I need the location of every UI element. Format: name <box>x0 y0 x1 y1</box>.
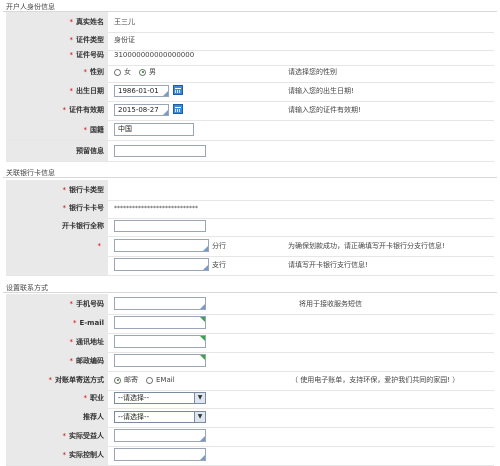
label-address: 通讯地址 <box>76 338 104 346</box>
id-expiry-hint: 请输入您的证件有效期! <box>288 106 361 114</box>
label-real-name: 真实姓名 <box>76 18 104 26</box>
gender-male-radio[interactable] <box>139 68 146 76</box>
bank-name-input[interactable] <box>114 220 206 232</box>
label-statement-delivery: 对账单寄送方式 <box>55 376 104 384</box>
row-gender: * 性别 女 男 请选择您的性别 <box>6 62 494 83</box>
row-occupation: * 职业 --请选择-- ▼ <box>6 388 494 409</box>
label-id-expiry: 证件有效期 <box>69 106 104 114</box>
label-nationality: 国籍 <box>90 126 104 134</box>
calendar-icon[interactable] <box>173 85 183 95</box>
chevron-down-icon: ▼ <box>194 393 205 403</box>
label-card-type: 银行卡类型 <box>69 186 104 194</box>
row-nationality: * 国籍 中国 <box>6 120 494 141</box>
occupation-select[interactable]: --请选择-- ▼ <box>114 392 206 404</box>
label-id-type: 证件类型 <box>76 36 104 44</box>
label-id-number: 证件号码 <box>76 51 104 59</box>
label-email: E-mail <box>79 319 104 327</box>
gender-male-label: 男 <box>149 68 156 76</box>
label-beneficiary: 实际受益人 <box>69 432 104 440</box>
controller-input[interactable] <box>114 448 206 461</box>
statement-hint: （ 使用电子账单，支持环保，爱护我们共同的家园! ） <box>291 376 460 384</box>
reserved-info-input[interactable] <box>114 145 206 157</box>
statement-post-label: 邮寄 <box>124 376 138 384</box>
statement-email-radio[interactable] <box>146 376 153 384</box>
gender-female-radio[interactable] <box>114 68 121 76</box>
id-expiry-input[interactable]: 2015-08-27 <box>114 104 169 116</box>
label-mobile: 手机号码 <box>76 300 104 308</box>
referrer-selected: --请选择-- <box>118 413 150 421</box>
row-bank-name: 开卡银行全称 <box>6 216 494 237</box>
row-address: * 通讯地址 <box>6 332 494 353</box>
statement-post-radio[interactable] <box>114 376 121 384</box>
label-controller: 实际控制人 <box>69 451 104 459</box>
label-reserved-info: 预留信息 <box>76 147 104 155</box>
calendar-icon[interactable] <box>173 104 183 114</box>
subbranch-suffix: 支行 <box>212 261 226 269</box>
row-subbranch: 支行 请填写开卡银行支行信息! <box>6 255 494 276</box>
row-beneficiary: * 实际受益人 <box>6 426 494 447</box>
zip-input[interactable] <box>114 354 206 367</box>
gender-hint: 请选择您的性别 <box>288 68 337 76</box>
row-reserved-info: 预留信息 <box>6 141 494 162</box>
birth-date-hint: 请输入您的出生日期! <box>288 87 354 95</box>
divider <box>3 292 497 293</box>
chevron-down-icon: ▼ <box>194 412 205 422</box>
label-occupation: 职业 <box>90 394 104 402</box>
address-input[interactable] <box>114 335 206 348</box>
value-real-name: 王三儿 <box>114 18 135 26</box>
divider <box>3 177 497 178</box>
row-referrer: 推荐人 --请选择-- ▼ <box>6 407 494 428</box>
referrer-select[interactable]: --请选择-- ▼ <box>114 411 206 423</box>
label-bank-name: 开卡银行全称 <box>62 222 104 230</box>
statement-email-label: EMail <box>156 376 175 384</box>
mobile-hint: 将用于接收服务短信 <box>299 300 362 308</box>
row-controller: * 实际控制人 <box>6 445 494 466</box>
occupation-selected: --请选择-- <box>118 394 150 402</box>
label-card-number: 银行卡卡号 <box>69 204 104 212</box>
subbranch-input[interactable] <box>114 258 209 271</box>
row-birth-date: * 出生日期 1986-01-01 请输入您的出生日期! <box>6 81 494 102</box>
beneficiary-input[interactable] <box>114 429 206 442</box>
label-birth-date: 出生日期 <box>76 87 104 95</box>
nationality-input[interactable]: 中国 <box>114 123 194 136</box>
row-mobile: * 手机号码 将用于接收服务短信 <box>6 294 494 315</box>
branch-hint: 为确保划款成功，请正确填写开卡银行分支行信息! <box>288 242 445 250</box>
row-branch: * 分行 为确保划款成功，请正确填写开卡银行分支行信息! <box>6 236 494 257</box>
birth-date-input[interactable]: 1986-01-01 <box>114 85 169 97</box>
email-input[interactable] <box>114 316 206 329</box>
mobile-input[interactable] <box>114 297 206 310</box>
label-zip: 邮政编码 <box>76 357 104 365</box>
row-zip: * 邮政编码 <box>6 351 494 372</box>
row-id-expiry: * 证件有效期 2015-08-27 请输入您的证件有效期! <box>6 100 494 121</box>
row-email: * E-mail <box>6 313 494 334</box>
label-gender: 性别 <box>90 68 104 76</box>
subbranch-hint: 请填写开卡银行支行信息! <box>288 261 368 269</box>
branch-suffix: 分行 <box>212 242 226 250</box>
value-card-number: **************************** <box>114 204 198 212</box>
gender-female-label: 女 <box>124 68 131 76</box>
branch-input[interactable] <box>114 239 209 252</box>
label-referrer: 推荐人 <box>83 413 104 421</box>
